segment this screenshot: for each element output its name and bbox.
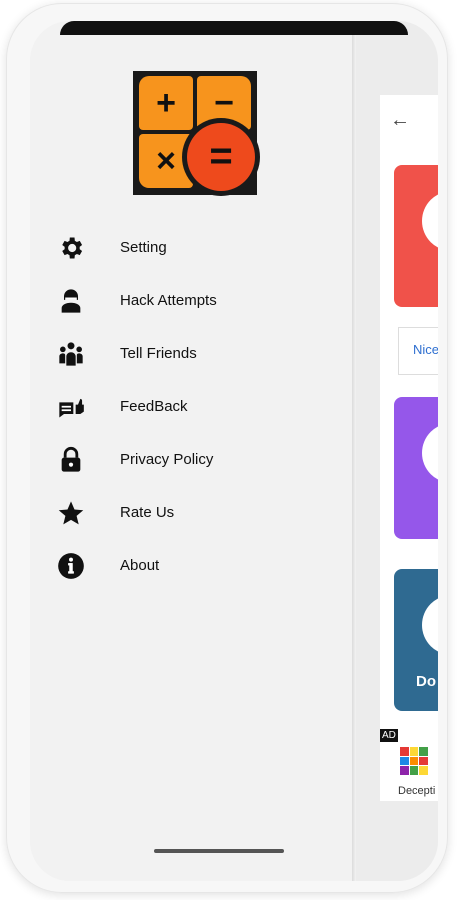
back-arrow-icon[interactable]: ← (390, 109, 410, 132)
nice-label: Nice (413, 342, 438, 357)
menu-label: Rate Us (120, 504, 175, 521)
nice-button[interactable]: Nice (398, 327, 438, 375)
navigation-drawer: + − × = Setting Hack Attempts Tell Frien… (30, 21, 352, 881)
status-bar (60, 21, 408, 35)
card-icon-circle (422, 595, 438, 655)
main-screen: ← Nice Do AD Decepti (380, 95, 438, 801)
menu-label: Privacy Policy (120, 451, 214, 468)
menu-label: Tell Friends (120, 345, 197, 362)
menu-label: FeedBack (120, 398, 188, 415)
menu-item-about[interactable]: About (56, 539, 326, 592)
drawer-shadow (352, 21, 356, 881)
menu-label: About (120, 557, 160, 574)
menu-item-hack-attempts[interactable]: Hack Attempts (56, 274, 326, 327)
people-icon (56, 339, 86, 369)
feedback-icon (56, 392, 86, 422)
screen: ← Nice Do AD Decepti + − × = Setting Hac… (30, 21, 438, 881)
menu-item-setting[interactable]: Setting (56, 221, 326, 274)
feature-card-red[interactable] (394, 165, 438, 307)
logo-equals-circle: = (187, 123, 255, 191)
card-label: Do (416, 673, 436, 690)
main-content-behind-drawer: ← Nice Do AD Decepti (356, 21, 438, 881)
info-icon (56, 551, 86, 581)
ad-badge: AD (380, 729, 398, 742)
home-indicator[interactable] (154, 849, 284, 853)
menu-item-tell-friends[interactable]: Tell Friends (56, 327, 326, 380)
logo-minus-tile: − (197, 76, 251, 130)
feature-card-purple[interactable] (394, 397, 438, 539)
ad-app-icon[interactable] (400, 747, 428, 775)
hacker-icon (56, 286, 86, 316)
feature-card-blue[interactable]: Do (394, 569, 438, 711)
menu-item-feedback[interactable]: FeedBack (56, 380, 326, 433)
ad-text[interactable]: Decepti (398, 785, 435, 797)
card-icon-circle (422, 191, 438, 251)
gear-icon (56, 233, 86, 263)
phone-frame: ← Nice Do AD Decepti + − × = Setting Hac… (6, 3, 448, 893)
app-logo: + − × = (133, 71, 257, 195)
menu-label: Hack Attempts (120, 292, 217, 309)
menu-label: Setting (120, 239, 167, 256)
star-icon (56, 498, 86, 528)
menu-item-privacy-policy[interactable]: Privacy Policy (56, 433, 326, 486)
lock-icon (56, 445, 86, 475)
menu-item-rate-us[interactable]: Rate Us (56, 486, 326, 539)
logo-times-tile: × (139, 134, 193, 188)
card-icon-circle (422, 423, 438, 483)
logo-plus-tile: + (139, 76, 193, 130)
